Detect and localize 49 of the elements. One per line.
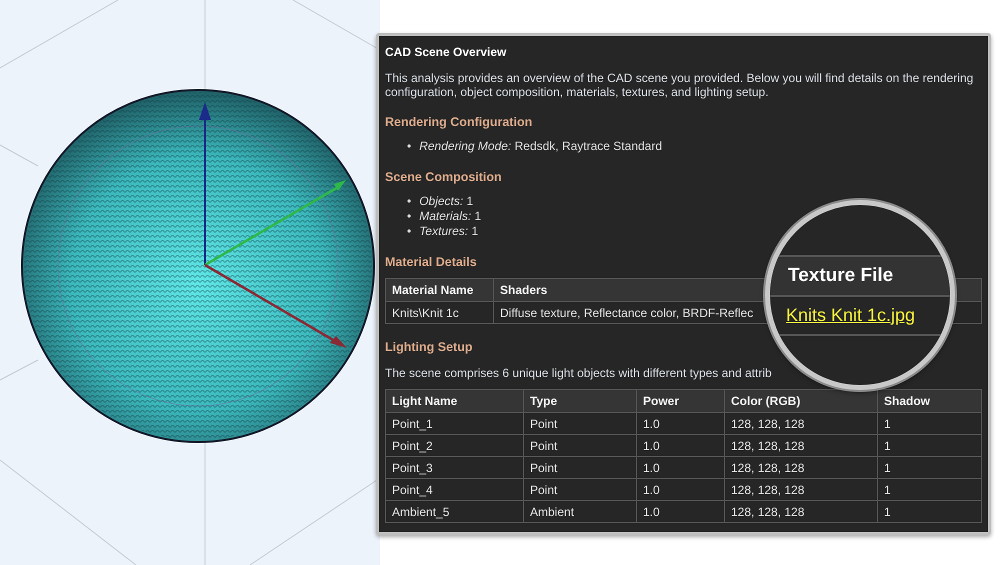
column-header: Shadow	[878, 390, 982, 412]
table-cell: 1.0	[636, 434, 724, 456]
table-cell: 128, 128, 128	[724, 456, 878, 478]
list-item: Textures: 1	[419, 224, 478, 239]
table-cell: 1.0	[636, 412, 724, 434]
table-cell: 1	[878, 500, 982, 522]
column-header: Power	[636, 390, 724, 412]
table-cell: Point_2	[386, 434, 524, 456]
table-cell: Ambient_5	[386, 500, 524, 522]
table-cell: Ambient	[524, 500, 636, 522]
table-cell: 1	[878, 456, 982, 478]
table-cell: 1.0	[636, 500, 724, 522]
table-cell: Point_4	[386, 478, 524, 500]
report-title: CAD Scene Overview	[385, 45, 508, 59]
magnified-column-header: Texture File	[770, 254, 950, 296]
bullet: •	[407, 224, 412, 239]
table-cell: Point_3	[386, 456, 524, 478]
bullet: •	[407, 139, 412, 154]
section-heading: Lighting Setup	[385, 340, 474, 354]
table-cell: Knits\Knit 1c	[386, 302, 494, 324]
section-heading: Rendering Configuration	[385, 115, 534, 129]
column-header: Material Name	[386, 278, 494, 302]
column-header: Color (RGB)	[724, 390, 878, 412]
section-text: The scene comprises 6 unique light objects with different types and attrib	[385, 366, 773, 380]
section-heading: Material Details	[385, 255, 478, 269]
table-cell: 128, 128, 128	[724, 412, 878, 434]
table-cell: 1	[878, 434, 982, 456]
table-cell: 1.0	[636, 478, 724, 500]
list-item: Objects: 1	[419, 194, 474, 209]
table-cell: 1.0	[636, 456, 724, 478]
table-cell: 128, 128, 128	[724, 500, 878, 522]
column-header: Type	[524, 390, 636, 412]
intro-paragraph: This analysis provides an overview of the CAD scene you provided. Below you will find details on the rendering configuration, object composition, materials, textures, and lighting setup.	[385, 71, 974, 99]
table-cell: Point_1	[386, 412, 524, 434]
list-item: Materials: 1	[419, 209, 482, 224]
list-item: Rendering Mode: Redsdk, Raytrace Standard	[419, 139, 662, 154]
bullet: •	[407, 209, 412, 224]
texture-file-link[interactable]: Knits Knit 1c.jpg	[786, 304, 916, 324]
table-cell: Point	[524, 456, 636, 478]
table-cell: 128, 128, 128	[724, 434, 878, 456]
table-cell: Point	[524, 434, 636, 456]
table-cell: 1	[878, 478, 982, 500]
table-cell: 128, 128, 128	[724, 478, 878, 500]
section-heading: Scene Composition	[385, 170, 503, 184]
bullet: •	[407, 194, 412, 209]
table-cell: Point	[524, 412, 636, 434]
table-cell: 1	[878, 412, 982, 434]
column-header: Light Name	[386, 390, 524, 412]
table-cell: Point	[524, 478, 636, 500]
